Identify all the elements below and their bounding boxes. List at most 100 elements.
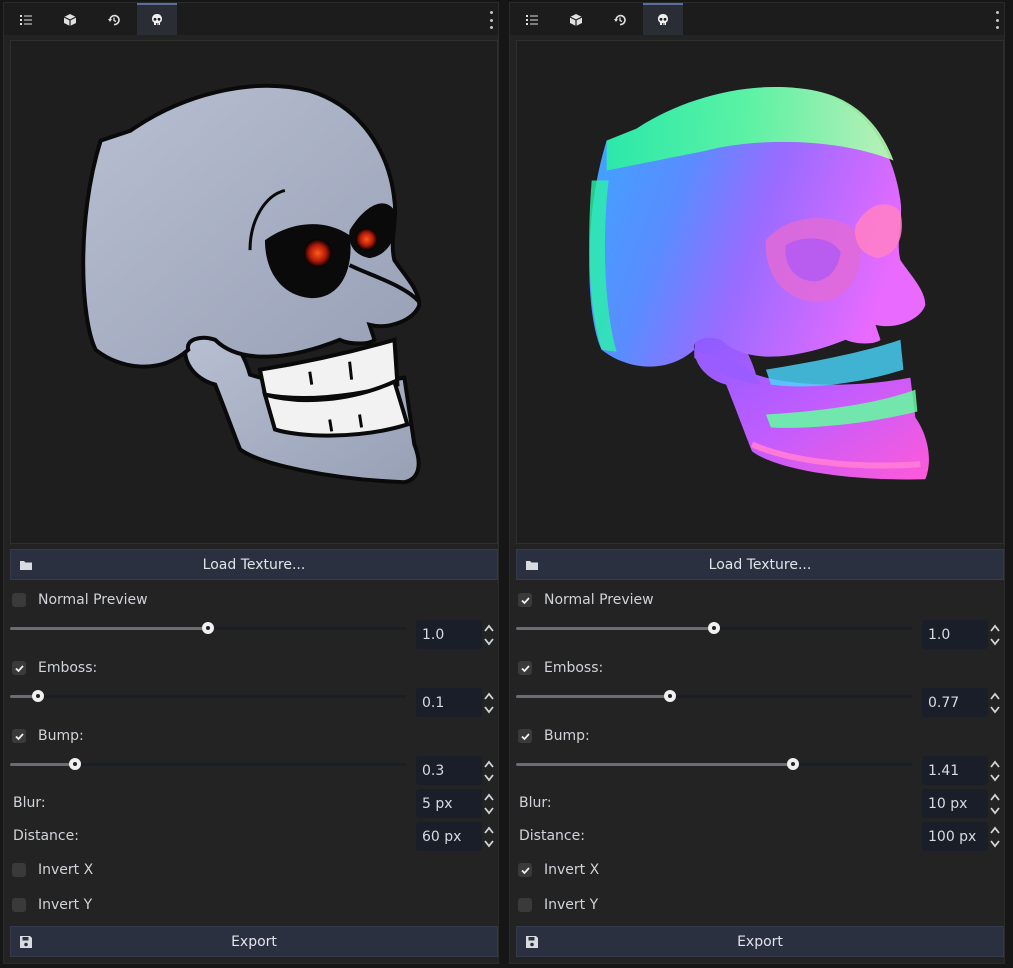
emboss-spinbox[interactable]: 0.77 — [922, 688, 988, 717]
tab-scene-tree[interactable] — [6, 5, 46, 35]
slider-grabber[interactable] — [664, 690, 677, 702]
up-down-arrows-icon — [990, 624, 1000, 646]
checkmark-icon — [520, 596, 530, 604]
bump-checkbox[interactable] — [12, 729, 26, 743]
bump-spin-arrows[interactable] — [483, 758, 495, 784]
slider-grabber[interactable] — [31, 690, 44, 702]
emboss-spin-arrows[interactable] — [989, 690, 1001, 716]
invert-y-checkbox[interactable] — [12, 898, 26, 912]
invert-y-toggle[interactable]: Invert Y — [12, 896, 92, 914]
panel-menu-icon[interactable] — [994, 11, 1000, 29]
normal-preview-toggle[interactable]: Normal Preview — [12, 591, 148, 609]
tab-normal-map-tool[interactable] — [137, 3, 177, 35]
texture-preview — [10, 40, 498, 544]
slider-fill — [516, 627, 714, 630]
load-texture-button[interactable]: Load Texture... — [10, 549, 498, 580]
blur-spin-arrows[interactable] — [483, 791, 495, 817]
invert-y-checkbox[interactable] — [518, 898, 532, 912]
invert-y-toggle[interactable]: Invert Y — [518, 896, 598, 914]
tab-import[interactable] — [50, 5, 90, 35]
invert-x-toggle[interactable]: Invert X — [12, 861, 93, 879]
cube-icon — [569, 14, 583, 26]
load-texture-label: Load Texture... — [708, 556, 812, 573]
distance-spin-arrows[interactable] — [483, 824, 495, 850]
load-texture-button[interactable]: Load Texture... — [516, 549, 1004, 580]
up-down-arrows-icon — [990, 760, 1000, 782]
bump-slider[interactable] — [10, 758, 406, 770]
up-down-arrows-icon — [990, 826, 1000, 848]
export-label: Export — [737, 933, 783, 950]
texture-panel-right: Load Texture... Normal Preview 1.0 Embos… — [509, 2, 1005, 964]
emboss-checkbox[interactable] — [518, 661, 532, 675]
invert-x-toggle[interactable]: Invert X — [518, 861, 599, 879]
tab-history[interactable] — [94, 5, 134, 35]
distance-spin-arrows[interactable] — [989, 824, 1001, 850]
strength-spinbox[interactable]: 1.0 — [922, 620, 988, 649]
tab-history[interactable] — [600, 5, 640, 35]
up-down-arrows-icon — [484, 692, 494, 714]
bump-spinbox[interactable]: 0.3 — [416, 756, 482, 785]
emboss-toggle[interactable]: Emboss: — [518, 659, 603, 677]
history-icon — [614, 14, 626, 26]
load-texture-label: Load Texture... — [202, 556, 306, 573]
skull-icon — [152, 14, 162, 25]
checkmark-icon — [520, 732, 530, 740]
tab-scene-tree[interactable] — [512, 5, 552, 35]
slider-fill — [516, 763, 794, 766]
blur-spinbox[interactable]: 5 px — [416, 789, 482, 818]
normal-preview-label: Normal Preview — [544, 592, 654, 608]
blur-label: Blur: — [519, 795, 552, 811]
distance-label: Distance: — [13, 828, 79, 844]
tab-normal-map-tool[interactable] — [643, 3, 683, 35]
blur-label: Blur: — [13, 795, 46, 811]
invert-x-checkbox[interactable] — [518, 863, 532, 877]
save-icon — [20, 936, 32, 948]
slider-grabber[interactable] — [69, 758, 82, 770]
bump-label: Bump: — [544, 728, 590, 744]
emboss-spinbox[interactable]: 0.1 — [416, 688, 482, 717]
up-down-arrows-icon — [484, 826, 494, 848]
checkmark-icon — [520, 866, 530, 874]
slider-grabber[interactable] — [708, 622, 720, 634]
invert-x-checkbox[interactable] — [12, 863, 26, 877]
emboss-label: Emboss: — [544, 660, 604, 676]
distance-spinbox[interactable]: 60 px — [416, 822, 482, 851]
slider-fill — [10, 763, 76, 766]
emboss-spin-arrows[interactable] — [483, 690, 495, 716]
slider-grabber[interactable] — [787, 758, 800, 770]
normal-preview-toggle[interactable]: Normal Preview — [518, 591, 654, 609]
slider-grabber[interactable] — [202, 622, 214, 634]
strength-slider[interactable] — [10, 622, 406, 634]
strength-spin-arrows[interactable] — [989, 622, 1001, 648]
distance-spinbox[interactable]: 100 px — [922, 822, 988, 851]
bump-toggle[interactable]: Bump: — [518, 727, 590, 745]
emboss-toggle[interactable]: Emboss: — [12, 659, 97, 677]
export-button[interactable]: Export — [10, 926, 498, 957]
slider-fill — [516, 695, 671, 698]
list-icon — [526, 15, 538, 25]
invert-y-label: Invert Y — [38, 897, 93, 913]
strength-slider[interactable] — [516, 622, 912, 634]
emboss-slider[interactable] — [10, 690, 406, 702]
emboss-slider[interactable] — [516, 690, 912, 702]
bump-slider[interactable] — [516, 758, 912, 770]
normal-preview-checkbox[interactable] — [518, 593, 532, 607]
bump-toggle[interactable]: Bump: — [12, 727, 84, 745]
blur-spinbox[interactable]: 10 px — [922, 789, 988, 818]
normal-map-skull-image — [589, 86, 929, 480]
checkmark-icon — [520, 664, 530, 672]
distance-label: Distance: — [519, 828, 585, 844]
emboss-checkbox[interactable] — [12, 661, 26, 675]
skull-icon — [658, 14, 668, 25]
bump-spinbox[interactable]: 1.41 — [922, 756, 988, 785]
normal-preview-checkbox[interactable] — [12, 593, 26, 607]
strength-spin-arrows[interactable] — [483, 622, 495, 648]
strength-spinbox[interactable]: 1.0 — [416, 620, 482, 649]
tab-import[interactable] — [556, 5, 596, 35]
export-button[interactable]: Export — [516, 926, 1004, 957]
bump-spin-arrows[interactable] — [989, 758, 1001, 784]
panel-menu-icon[interactable] — [488, 11, 494, 29]
blur-spin-arrows[interactable] — [989, 791, 1001, 817]
up-down-arrows-icon — [990, 793, 1000, 815]
bump-checkbox[interactable] — [518, 729, 532, 743]
